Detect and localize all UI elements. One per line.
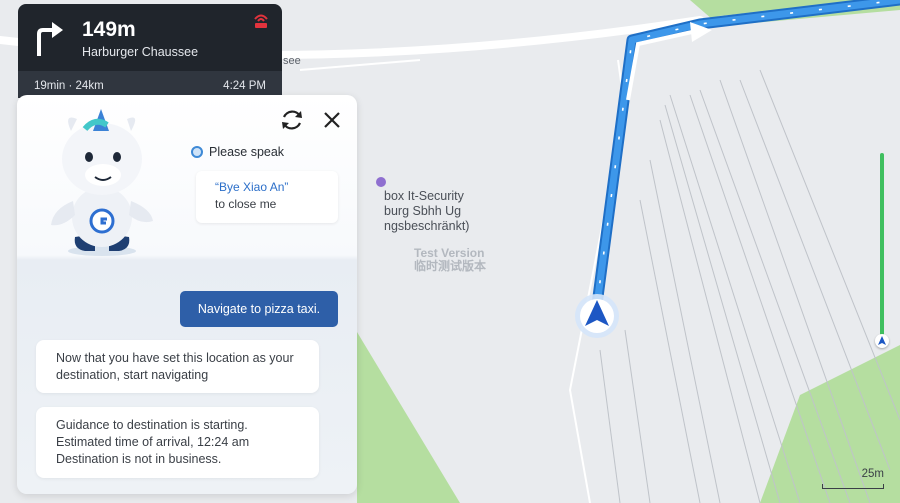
unicorn-mascot-icon bbox=[51, 109, 153, 256]
watermark-cn: 临时测试版本 bbox=[414, 259, 487, 273]
close-command: “Bye Xiao An” bbox=[215, 180, 289, 194]
route-progress-track[interactable] bbox=[880, 153, 884, 341]
assistant-reply-bubble: Now that you have set this location as y… bbox=[36, 340, 319, 393]
navigation-banner[interactable]: 149m Harburger Chaussee 19min · 24km 4:2… bbox=[18, 4, 282, 98]
refresh-icon[interactable] bbox=[279, 107, 305, 133]
vehicle-arrow-icon bbox=[878, 336, 886, 345]
assistant-reply-line: Estimated time of arrival, 12:24 am bbox=[56, 435, 250, 449]
turn-distance: 149m bbox=[82, 18, 136, 41]
poi-label-line: box It-Security bbox=[384, 189, 464, 203]
test-version-watermark: Test Version 临时测试版本 bbox=[414, 247, 486, 273]
listening-indicator: Please speak bbox=[191, 145, 284, 159]
close-hint-card: “Bye Xiao An” to close me bbox=[196, 171, 338, 223]
assistant-reply-line: destination, start navigating bbox=[56, 368, 209, 382]
user-message-text: Navigate to pizza taxi. bbox=[197, 302, 321, 316]
poi-label-line: burg Sbhh Ug bbox=[384, 204, 462, 218]
trip-summary-bar: 19min · 24km 4:24 PM bbox=[18, 71, 282, 98]
voice-assistant-panel: Please speak “Bye Xiao An” to close me N… bbox=[17, 95, 357, 494]
close-command-description: to close me bbox=[215, 197, 277, 211]
assistant-reply-bubble: Guidance to destination is starting. Est… bbox=[36, 407, 319, 478]
assistant-reply-line: Destination is not in business. bbox=[56, 452, 222, 466]
map-scale-bar bbox=[822, 484, 884, 489]
remaining-time-distance: 19min · 24km bbox=[34, 80, 104, 92]
assistant-reply-line: Guidance to destination is starting. bbox=[56, 418, 248, 432]
next-street-name: Harburger Chaussee bbox=[82, 45, 199, 59]
poi-icon bbox=[376, 177, 386, 187]
map-street-label: see bbox=[283, 55, 301, 67]
map-scale-label: 25m bbox=[861, 468, 884, 480]
gps-signal-off-icon bbox=[254, 14, 268, 28]
route-progress-knob[interactable] bbox=[875, 334, 889, 348]
user-message-bubble[interactable]: Navigate to pizza taxi. bbox=[180, 291, 338, 327]
assistant-reply-line: Now that you have set this location as y… bbox=[56, 351, 294, 365]
turn-right-arrow-icon bbox=[37, 22, 63, 56]
poi-label-line: ngsbeschränkt) bbox=[384, 219, 470, 233]
listening-status: Please speak bbox=[209, 145, 285, 159]
arrival-time: 4:24 PM bbox=[223, 80, 266, 92]
poi-label[interactable]: box It-Security burg Sbhh Ug ngsbeschrän… bbox=[384, 189, 469, 234]
close-icon[interactable] bbox=[319, 107, 345, 133]
map-scale: 25m bbox=[822, 468, 884, 490]
microphone-active-icon bbox=[191, 146, 203, 158]
